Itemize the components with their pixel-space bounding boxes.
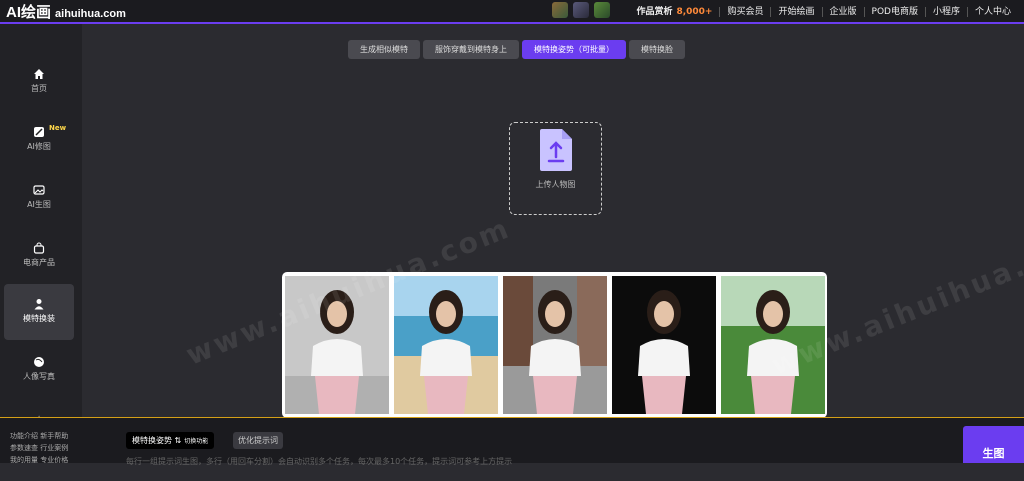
example-photo-2 [394, 276, 498, 414]
nav-user-center[interactable]: 个人中心 [966, 7, 1018, 17]
help-link[interactable]: 新手帮助 [40, 432, 68, 440]
nav-works[interactable]: 作品赏析 8,000+ [629, 7, 719, 17]
sidebar-item-ai-edit[interactable]: New AI修图 [4, 112, 74, 168]
sidebar-item-model-outfit[interactable]: 模特换装 [4, 284, 74, 340]
works-thumbnails[interactable] [552, 2, 615, 22]
logo[interactable]: AI绘画 aihuihua.com [6, 1, 126, 22]
help-link[interactable]: 参数速查 [10, 444, 38, 452]
thumbnail-2[interactable] [573, 2, 589, 18]
sidebar-item-home[interactable]: 首页 [4, 54, 74, 110]
example-photo-4 [612, 276, 716, 414]
example-gallery [282, 272, 827, 418]
home-icon [33, 68, 45, 80]
nav-pod[interactable]: POD电商版 [863, 7, 925, 17]
tab-similar-model[interactable]: 生成相似模特 [348, 40, 420, 59]
sidebar: 首页 New AI修图 AI生图 电商产品 模特换装 人像写真 ✦ [0, 24, 82, 417]
help-link[interactable]: 功能介绍 [10, 432, 38, 440]
image-generate-icon [33, 184, 45, 196]
sidebar-item-more[interactable]: ✦ [4, 400, 74, 417]
help-link[interactable]: 我的用量 [10, 456, 38, 464]
help-link[interactable]: 行业案例 [40, 444, 68, 452]
mode-switch-chip[interactable]: 模特换姿势 ⇅ 切换功能 [126, 432, 215, 449]
portrait-icon [33, 356, 45, 368]
nav-enterprise[interactable]: 企业版 [821, 7, 864, 17]
thumbnail-3[interactable] [594, 2, 610, 18]
example-photo-5 [721, 276, 825, 414]
top-nav: 作品赏析 8,000+ 购买会员 开始绘画 企业版 POD电商版 小程序 个人中心 [629, 4, 1018, 17]
sidebar-item-ecommerce[interactable]: 电商产品 [4, 228, 74, 284]
help-link[interactable]: 专业价格 [40, 456, 68, 464]
top-bar: AI绘画 aihuihua.com 作品赏析 8,000+ 购买会员 开始绘画 企业版 PO… [0, 0, 1024, 24]
help-links: 功能介绍 新手帮助 参数速查 行业案例 我的用量 专业价格 [10, 430, 80, 466]
prompt-bar: 功能介绍 新手帮助 参数速查 行业案例 我的用量 专业价格 模特换姿势 ⇅ 切换功… [0, 417, 1024, 466]
nav-start-drawing[interactable]: 开始绘画 [770, 7, 822, 17]
sidebar-item-portrait[interactable]: 人像写真 [4, 342, 74, 398]
example-photo-3 [503, 276, 607, 414]
swap-icon: ⇅ [174, 436, 182, 445]
upload-file-icon [539, 129, 572, 171]
sidebar-item-ai-generate[interactable]: AI生图 [4, 170, 74, 226]
nav-mini-program[interactable]: 小程序 [924, 7, 967, 17]
model-icon [33, 298, 45, 310]
function-tabs: 生成相似模特 服饰穿戴到模特身上 模特换姿势（可批量） 模特换脸 [348, 37, 688, 59]
nav-buy-member[interactable]: 购买会员 [719, 7, 771, 17]
example-photo-1 [285, 276, 389, 414]
shopping-bag-icon [33, 242, 45, 254]
image-edit-icon [33, 126, 45, 138]
generate-button[interactable]: 生图 [963, 426, 1024, 463]
upload-person-dropzone[interactable]: 上传人物图 [509, 122, 602, 215]
optimize-prompt-button[interactable]: 优化提示词 [233, 432, 283, 449]
tab-change-pose[interactable]: 模特换姿势（可批量） [522, 40, 626, 59]
new-badge: New [49, 124, 67, 132]
tab-face-swap[interactable]: 模特换脸 [629, 40, 685, 59]
tab-dress-on-model[interactable]: 服饰穿戴到模特身上 [423, 40, 519, 59]
thumbnail-1[interactable] [552, 2, 568, 18]
